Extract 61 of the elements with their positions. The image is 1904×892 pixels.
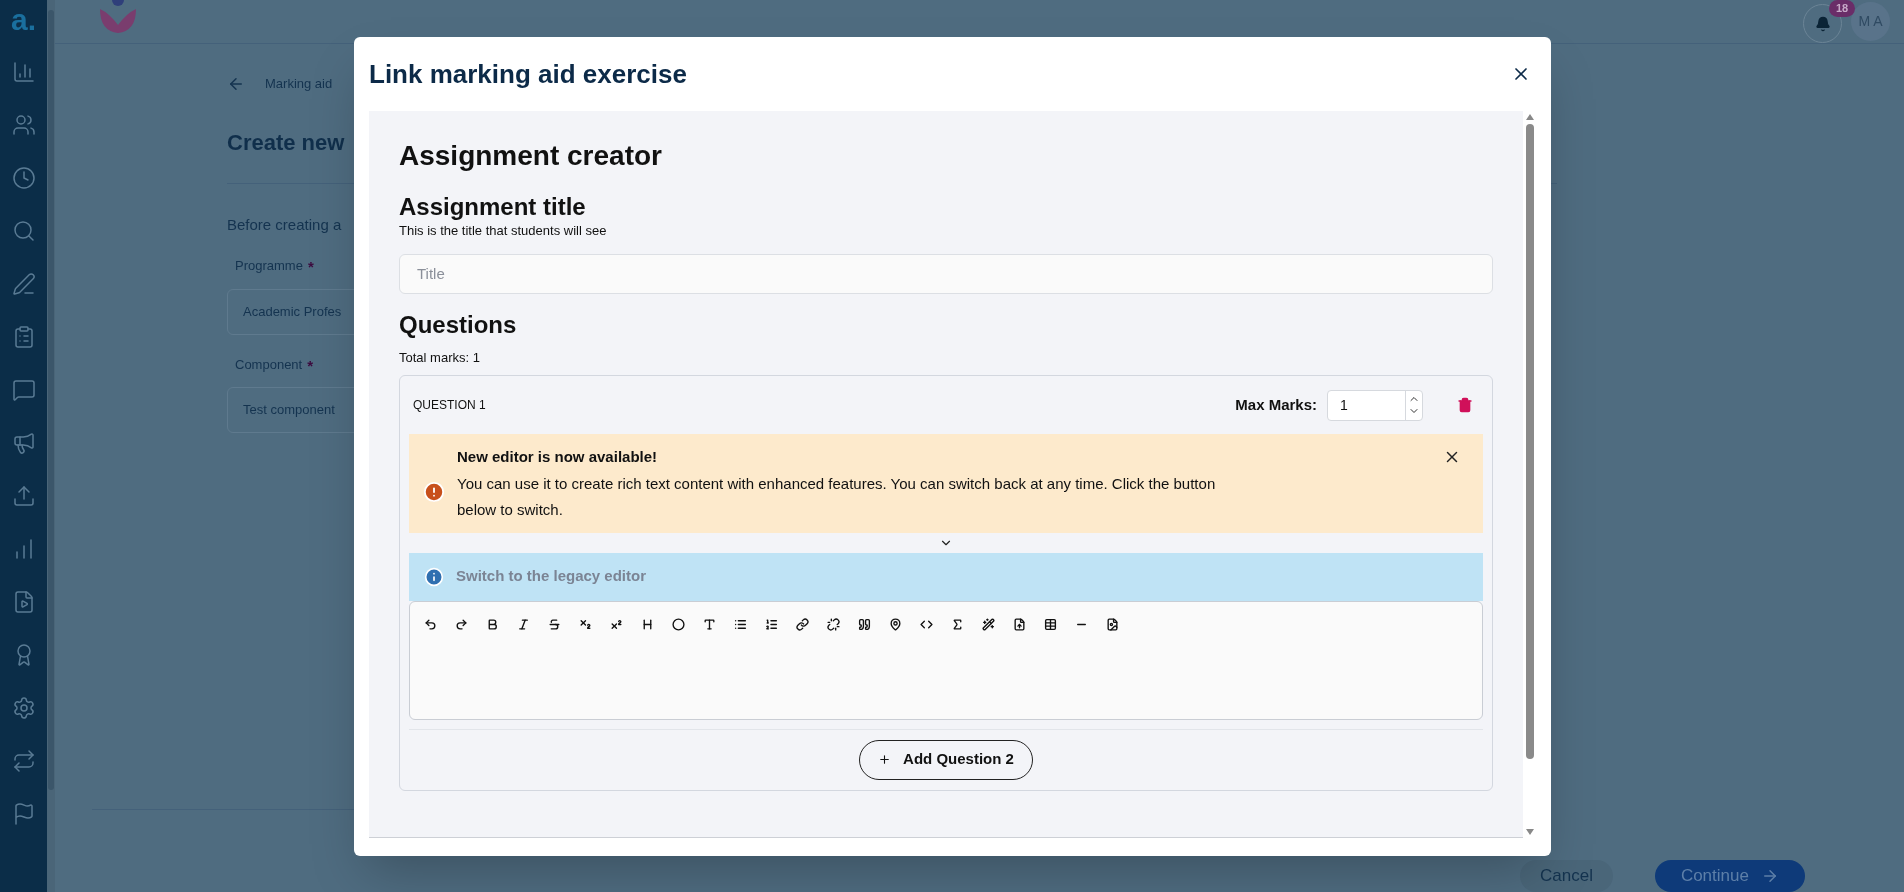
quote-icon[interactable] [858,618,871,631]
unlink-icon[interactable] [827,618,840,631]
info-icon [424,566,444,587]
marker-icon[interactable] [889,618,902,631]
notification-badge: 18 [1829,0,1856,17]
message-icon[interactable] [11,378,36,402]
intro-text: Before creating a [227,214,342,235]
alert-message: You can use it to create rich text content with enhanced features. You can switch back at any time. Click the button below to switch. [457,473,1217,520]
subscript-icon[interactable] [579,618,592,631]
bold-icon[interactable] [486,618,499,631]
bell-icon [1814,15,1831,32]
strikethrough-icon[interactable] [548,618,561,631]
megaphone-icon[interactable] [11,431,36,455]
section-heading: Assignment creator [399,139,663,173]
formula-icon[interactable] [951,618,964,631]
max-marks-label: Max Marks: [1235,394,1317,415]
field-label: Programme [235,257,303,275]
scroll-up-icon[interactable] [1526,114,1534,120]
image-file-icon[interactable] [1106,618,1119,631]
helper-text: This is the title that students will see [399,222,608,240]
add-question-button[interactable]: Add Question 2 [859,739,1033,780]
link-icon[interactable] [796,618,809,631]
app-logo[interactable]: a. [11,0,36,44]
heading-icon[interactable] [641,618,654,631]
page-title: Create new [227,128,345,157]
upload-icon[interactable] [11,484,36,508]
continue-button[interactable]: Continue [1654,860,1805,892]
warning-icon [423,481,445,503]
superscript-icon[interactable] [610,618,623,631]
users-icon[interactable] [11,113,36,137]
total-marks: Total marks: 1 [399,348,481,367]
bullet-list-icon[interactable] [734,618,747,631]
title-input[interactable]: Title [399,253,1493,294]
scroll-down-icon[interactable] [1526,829,1534,835]
color-icon[interactable] [672,618,685,631]
font-icon[interactable] [703,618,716,631]
code-icon[interactable] [920,618,933,631]
plus-icon [878,753,892,766]
required-mark: * [307,355,314,376]
alert-title: New editor is now available! [457,447,659,467]
legacy-editor-link[interactable]: Switch to the legacy editor [456,565,647,588]
question-label: QUESTION 1 [413,397,486,414]
numbered-list-icon[interactable] [765,618,778,631]
field-label: Component [235,355,303,374]
required-mark: * [307,257,314,277]
delete-icon[interactable] [1457,397,1473,413]
dialog-title: Link marking aid exercise [369,57,687,91]
undo-icon[interactable] [424,618,437,631]
file-upload-icon[interactable] [1013,618,1026,631]
italic-icon[interactable] [517,618,530,631]
section-heading: Assignment title [399,193,587,221]
table-icon[interactable] [1044,618,1057,631]
clock-icon[interactable] [11,166,36,190]
settings-icon[interactable] [11,696,36,720]
wand-icon[interactable] [982,618,995,631]
switch-icon[interactable] [11,749,36,773]
search-icon[interactable] [11,219,36,243]
breadcrumb-link[interactable]: Marking aid [265,74,333,94]
max-marks-field[interactable]: 1 [1327,389,1423,421]
redo-icon[interactable] [455,618,468,631]
pen-icon[interactable] [11,272,36,296]
